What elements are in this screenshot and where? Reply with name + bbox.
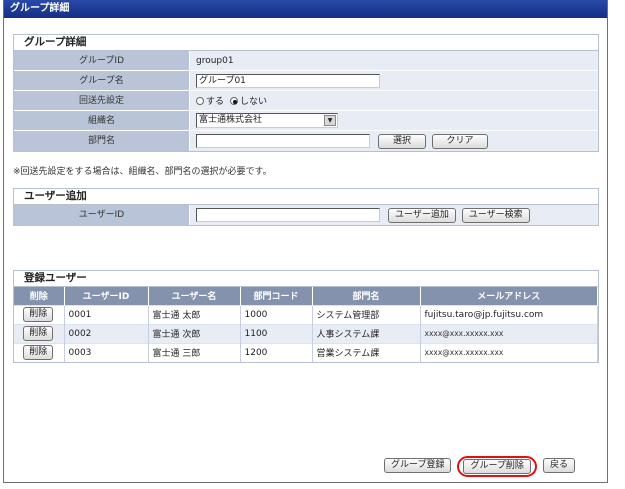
register-group-button[interactable]: グループ登録 <box>384 458 452 473</box>
cell-user-id: 0001 <box>64 304 149 324</box>
col-email: メールアドレス <box>420 287 598 305</box>
group-id-row: グループID group01 <box>14 51 598 71</box>
col-user-id: ユーザーID <box>64 287 149 305</box>
col-user-name: ユーザー名 <box>148 287 241 305</box>
registered-users-section: 登録ユーザー 削除 ユーザーID ユーザー名 部門コード 部門名 メールアドレス… <box>13 270 599 363</box>
table-header-row: 削除 ユーザーID ユーザー名 部門コード 部門名 メールアドレス <box>14 287 598 305</box>
cell-user-name: 富士通 太郎 <box>148 304 241 324</box>
col-dept-name: 部門名 <box>312 287 421 305</box>
window: グループ詳細 グループ詳細 グループID group01 グループ名 グループ0… <box>3 0 608 483</box>
registered-users-title: 登録ユーザー <box>14 271 598 287</box>
cell-user-name: 富士通 次郎 <box>148 323 241 343</box>
user-add-section: ユーザー追加 ユーザーID ユーザー追加 ユーザー検索 <box>13 188 599 226</box>
table-row: 削除 0001 富士通 太郎 1000 システム管理部 fujitsu.taro… <box>14 304 598 324</box>
group-detail-title: グループ詳細 <box>14 35 598 51</box>
routing-off-radio[interactable]: しない <box>230 94 267 107</box>
org-label: 組織名 <box>14 111 190 130</box>
cell-email: xxxx@xxx.xxxxx.xxx <box>420 323 598 343</box>
dept-label: 部門名 <box>14 131 190 151</box>
routing-on-radio[interactable]: する <box>196 94 224 107</box>
org-row: 組織名 富士通株式会社 ▼ <box>14 111 598 131</box>
group-id-label: グループID <box>14 51 190 70</box>
radio-icon <box>196 97 204 105</box>
table-row: 削除 0002 富士通 次郎 1100 人事システム課 xxxx@xxx.xxx… <box>14 323 598 343</box>
delete-group-button[interactable]: グループ削除 <box>463 459 531 474</box>
routing-row: 回送先設定 する しない <box>14 91 598 111</box>
user-id-input[interactable] <box>196 208 380 222</box>
delete-row-button[interactable]: 削除 <box>23 307 54 322</box>
clear-button[interactable]: クリア <box>432 133 488 149</box>
cell-dept-code: 1200 <box>240 342 313 362</box>
org-select-value: 富士通株式会社 <box>199 115 263 125</box>
user-add-title: ユーザー追加 <box>14 189 598 205</box>
delete-row-button[interactable]: 削除 <box>23 345 54 361</box>
delete-row-button[interactable]: 削除 <box>23 326 54 341</box>
cell-user-id: 0002 <box>64 323 149 343</box>
users-table: 削除 ユーザーID ユーザー名 部門コード 部門名 メールアドレス 削除 000… <box>14 287 598 362</box>
dropdown-arrow-icon: ▼ <box>324 115 336 126</box>
group-name-row: グループ名 グループ01 <box>14 71 598 91</box>
cell-user-id: 0003 <box>64 342 149 362</box>
footer-actions: グループ登録 グループ削除 戻る <box>384 456 575 479</box>
group-name-input[interactable]: グループ01 <box>196 73 380 88</box>
dept-input[interactable] <box>196 134 370 148</box>
add-user-button[interactable]: ユーザー追加 <box>388 207 456 223</box>
table-row: 削除 0003 富士通 三郎 1200 営業システム課 xxxx@xxx.xxx… <box>14 342 598 362</box>
cell-dept-name: 営業システム課 <box>312 342 421 362</box>
search-user-button[interactable]: ユーザー検索 <box>461 207 530 223</box>
group-id-value: group01 <box>196 55 234 66</box>
cell-dept-name: 人事システム課 <box>312 323 421 343</box>
group-detail-section: グループ詳細 グループID group01 グループ名 グループ01 回送先設定… <box>13 34 599 152</box>
radio-selected-icon <box>230 97 239 105</box>
select-button[interactable]: 選択 <box>378 133 426 149</box>
cell-dept-code: 1000 <box>240 304 313 324</box>
cell-email: xxxx@xxx.xxxxx.xxx <box>420 342 598 362</box>
cell-dept-name: システム管理部 <box>312 304 421 324</box>
routing-off-label: しない <box>240 97 268 107</box>
window-title: グループ詳細 <box>4 0 607 18</box>
back-button[interactable]: 戻る <box>542 458 575 473</box>
user-id-label: ユーザーID <box>14 205 190 225</box>
routing-note: ※回送先設定をする場合は、組織名、部門名の選択が必要です。 <box>13 167 272 177</box>
user-id-row: ユーザーID ユーザー追加 ユーザー検索 <box>14 205 598 225</box>
cell-user-name: 富士通 三郎 <box>148 342 241 362</box>
routing-label: 回送先設定 <box>14 91 190 110</box>
col-dept-code: 部門コード <box>240 287 313 305</box>
delete-highlight: グループ削除 <box>457 456 537 477</box>
dept-row: 部門名 選択 クリア <box>14 131 598 151</box>
routing-on-label: する <box>206 97 225 107</box>
col-delete: 削除 <box>14 287 65 305</box>
cell-email: fujitsu.taro@jp.fujitsu.com <box>420 304 598 324</box>
group-name-label: グループ名 <box>14 71 190 90</box>
org-select[interactable]: 富士通株式会社 ▼ <box>196 113 338 128</box>
cell-dept-code: 1100 <box>240 323 313 343</box>
